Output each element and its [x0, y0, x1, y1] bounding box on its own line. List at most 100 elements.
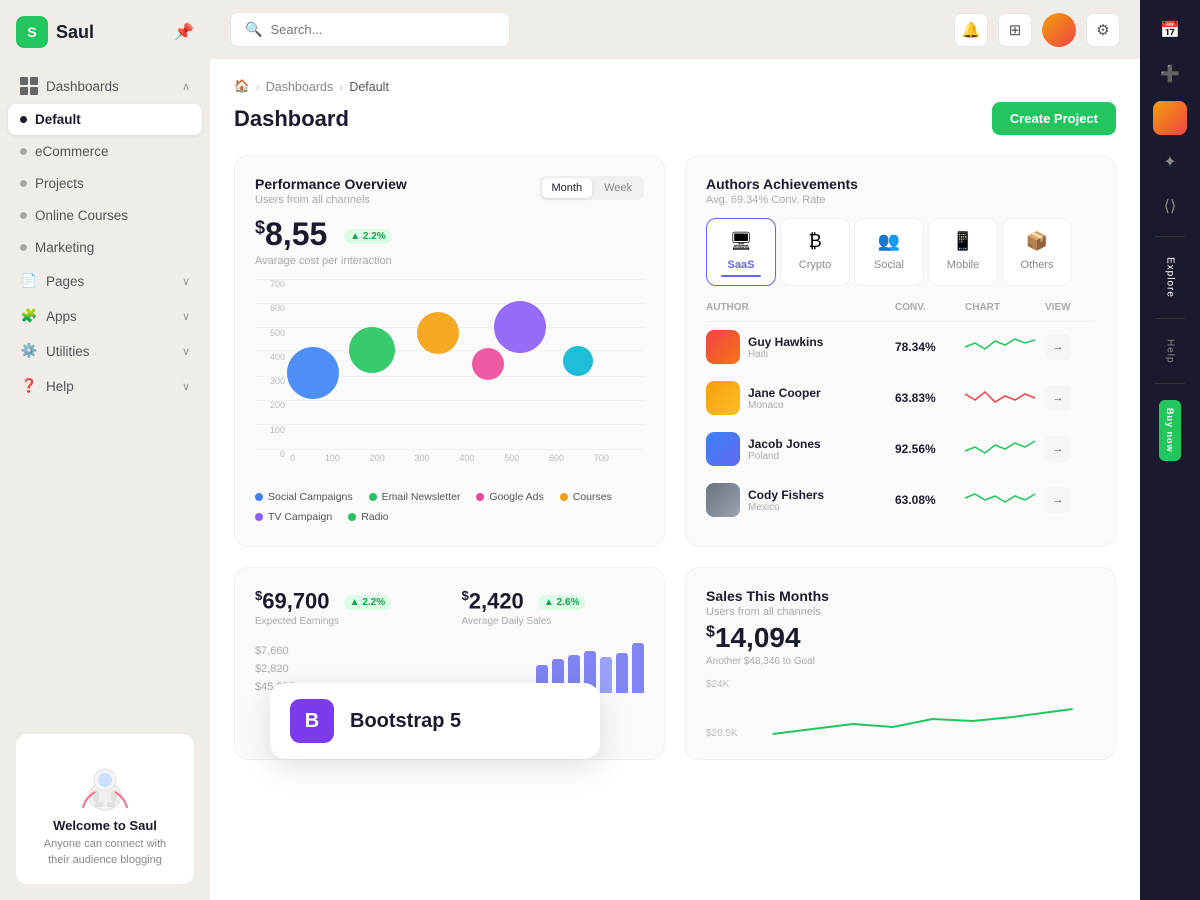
- create-project-button[interactable]: Create Project: [992, 102, 1116, 135]
- bubble-3: [417, 312, 459, 354]
- search-box[interactable]: 🔍: [230, 12, 510, 47]
- main-content: 🔍 🔔 ⊞ ⚙ 🏠 › Dashboards › Default: [210, 0, 1140, 900]
- saas-icon: 🖥: [727, 227, 755, 255]
- sidebar-item-online-courses[interactable]: Online Courses: [8, 200, 202, 231]
- add-btn[interactable]: ➕: [1152, 56, 1188, 92]
- panel-divider-2: [1155, 318, 1185, 319]
- user-avatar[interactable]: [1042, 13, 1076, 47]
- topbar-right: 🔔 ⊞ ⚙: [954, 13, 1120, 47]
- perf-badge: ▲ 2.2%: [344, 229, 391, 244]
- bubble-4: [472, 348, 504, 380]
- search-icon: 🔍: [245, 21, 262, 38]
- explore-label[interactable]: Explore: [1165, 249, 1176, 306]
- view-btn-1[interactable]: →: [1045, 334, 1071, 360]
- table-row: Jacob Jones Poland 92.56% →: [706, 424, 1095, 475]
- sidebar-item-apps[interactable]: 🧩 Apps ∨: [8, 299, 202, 333]
- welcome-text: Anyone can connect with their audience b…: [32, 837, 178, 868]
- sparkle-btn[interactable]: ✦: [1152, 144, 1188, 180]
- sidebar-item-ecommerce[interactable]: eCommerce: [8, 136, 202, 167]
- author-info-3: Jacob Jones Poland: [706, 432, 895, 466]
- app-logo: S Saul: [16, 16, 94, 48]
- table-header: AUTHOR CONV. CHART VIEW: [706, 298, 1095, 322]
- earn-value-1: $69,700 ▲ 2.2%: [255, 588, 438, 614]
- calendar-btn[interactable]: 📅: [1152, 12, 1188, 48]
- month-toggle[interactable]: Month: [542, 178, 593, 198]
- expected-earnings: $69,700 ▲ 2.2% Expected Earnings: [255, 588, 438, 627]
- sales-card-header: Sales This Months Users from all channel…: [706, 588, 1095, 618]
- sidebar-label-dashboards: Dashboards: [46, 79, 119, 94]
- sales-big-value: $14,094: [706, 622, 1095, 654]
- sales-chart-area: $24K $20.5K: [706, 679, 1095, 739]
- view-btn-3[interactable]: →: [1045, 436, 1071, 462]
- code-btn[interactable]: ⟨⟩: [1152, 188, 1188, 224]
- sales-y-axis: $24K $20.5K: [706, 679, 738, 739]
- right-panel: 📅 ➕ ✦ ⟨⟩ Explore Help Buy now: [1140, 0, 1200, 900]
- sparkline-1: [965, 335, 1035, 359]
- sidebar-item-pages[interactable]: 📄 Pages ∨: [8, 264, 202, 298]
- sidebar-item-help[interactable]: ❓ Help ∨: [8, 369, 202, 403]
- tab-underline-mobile: [943, 275, 983, 277]
- notifications-btn[interactable]: 🔔: [954, 13, 988, 47]
- view-btn-4[interactable]: →: [1045, 487, 1071, 513]
- nav-dot-ecommerce: [20, 148, 27, 155]
- sidebar-item-utilities[interactable]: ⚙️ Utilities ∨: [8, 334, 202, 368]
- search-input[interactable]: [270, 22, 495, 37]
- author-tabs: 🖥 SaaS ₿ Crypto 👥 Social: [706, 218, 1095, 286]
- sidebar-label-help: Help: [46, 379, 74, 394]
- tab-others[interactable]: 📦 Others: [1002, 218, 1072, 286]
- help-label[interactable]: Help: [1165, 331, 1176, 372]
- authors-title: Authors Achievements: [706, 176, 858, 192]
- legend-radio: Radio: [348, 511, 388, 523]
- sidebar-item-projects[interactable]: Projects: [8, 168, 202, 199]
- nav-dot-projects: [20, 180, 27, 187]
- tab-social[interactable]: 👥 Social: [854, 218, 924, 286]
- author-info-4: Cody Fishers Mexico: [706, 483, 895, 517]
- tab-underline-saas: [721, 275, 761, 277]
- earn-badge-2: ▲ 2.6%: [538, 595, 585, 610]
- topbar: 🔍 🔔 ⊞ ⚙: [210, 0, 1140, 59]
- view-btn-2[interactable]: →: [1045, 385, 1071, 411]
- sidebar-item-dashboards[interactable]: Dashboards ∧: [8, 69, 202, 103]
- home-icon[interactable]: 🏠: [234, 79, 250, 94]
- sparkline-2: [965, 386, 1035, 410]
- nav-dot-default: [20, 116, 27, 123]
- table-row: Jane Cooper Monaco 63.83% →: [706, 373, 1095, 424]
- tab-saas[interactable]: 🖥 SaaS: [706, 218, 776, 286]
- panel-divider: [1155, 236, 1185, 237]
- sidebar-item-default[interactable]: Default: [8, 104, 202, 135]
- sales-goal: Another $48,346 to Goal: [706, 656, 1095, 667]
- grid-icon: ⊞: [1009, 21, 1022, 39]
- bell-icon: 🔔: [962, 21, 981, 39]
- legend-tv: TV Campaign: [255, 511, 332, 523]
- tab-crypto[interactable]: ₿ Crypto: [780, 218, 850, 286]
- grid-btn[interactable]: ⊞: [998, 13, 1032, 47]
- earnings-card: $69,700 ▲ 2.2% Expected Earnings $2,420 …: [234, 567, 665, 760]
- avatar-btn[interactable]: [1152, 100, 1188, 136]
- panel-divider-3: [1155, 383, 1185, 384]
- sparkline-4: [965, 488, 1035, 512]
- bubble-5: [494, 301, 546, 353]
- tab-mobile[interactable]: 📱 Mobile: [928, 218, 998, 286]
- sales-card: Sales This Months Users from all channel…: [685, 567, 1116, 760]
- buy-now-button[interactable]: Buy now: [1159, 400, 1181, 461]
- sidebar-item-marketing[interactable]: Marketing: [8, 232, 202, 263]
- week-toggle[interactable]: Week: [594, 178, 642, 198]
- earn-label-1: Expected Earnings: [255, 616, 438, 627]
- table-row: Cody Fishers Mexico 63.08% →: [706, 475, 1095, 526]
- breadcrumb-dashboards[interactable]: Dashboards: [266, 80, 333, 94]
- sales-chart: [750, 679, 1095, 739]
- bootstrap-overlay: B Bootstrap 5: [270, 683, 600, 759]
- chart-legend: Social Campaigns Email Newsletter Google…: [255, 491, 644, 523]
- pin-icon[interactable]: 📌: [174, 22, 194, 42]
- chevron-utilities: ∨: [182, 345, 190, 358]
- legend-google: Google Ads: [476, 491, 543, 503]
- mini-chart-2: [965, 386, 1045, 410]
- help-icon: ❓: [20, 377, 38, 395]
- settings-btn[interactable]: ⚙: [1086, 13, 1120, 47]
- logo-icon: S: [16, 16, 48, 48]
- tab-underline-others: [1017, 275, 1057, 277]
- bubble-1: [287, 347, 339, 399]
- page-content: 🏠 › Dashboards › Default Dashboard Creat…: [210, 59, 1140, 900]
- utilities-icon: ⚙️: [20, 342, 38, 360]
- settings-icon: ⚙: [1096, 21, 1109, 39]
